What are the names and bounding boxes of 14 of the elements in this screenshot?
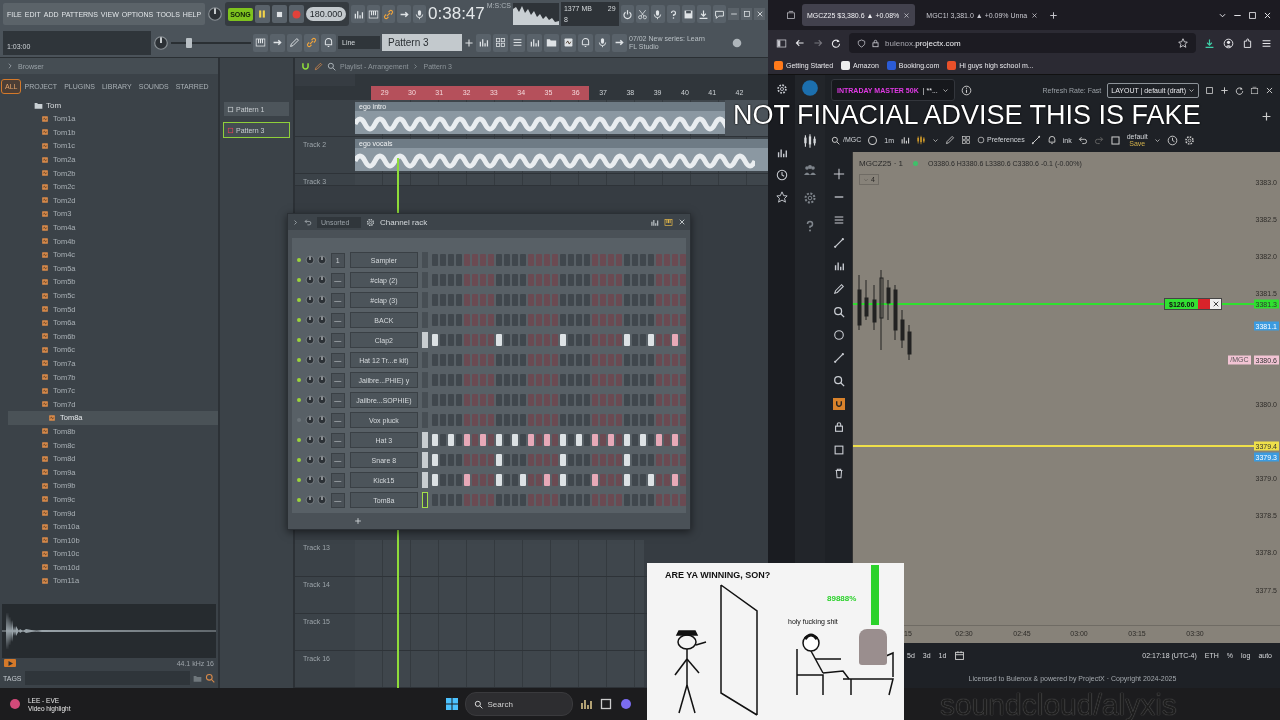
time-display: 0:38:47 — [428, 4, 485, 25]
pattern-selector[interactable]: Pattern 3 — [382, 34, 462, 52]
window-title: Channel rack — [380, 217, 428, 227]
percentage-label: 89888% — [827, 594, 857, 603]
url-text: bulenox.projectx.com — [885, 38, 961, 48]
tree-folder[interactable]: Tom — [8, 98, 218, 112]
search-field[interactable]: Search — [487, 698, 548, 710]
meme-caption: ARE YA WINNING, SON? — [665, 569, 772, 581]
address-bar[interactable]: bulenox.projectx.com — [849, 33, 1196, 53]
folder-label: Tom — [46, 100, 62, 110]
tempo-field[interactable]: 180.000 — [305, 7, 347, 22]
search-bar[interactable]: Search — [464, 692, 573, 716]
overlay-caption: NOT FINACIAL ADVISE THIS IS FAKE — [733, 100, 1201, 131]
chart-symbol: MGCZ25 · 1 — [859, 159, 903, 168]
